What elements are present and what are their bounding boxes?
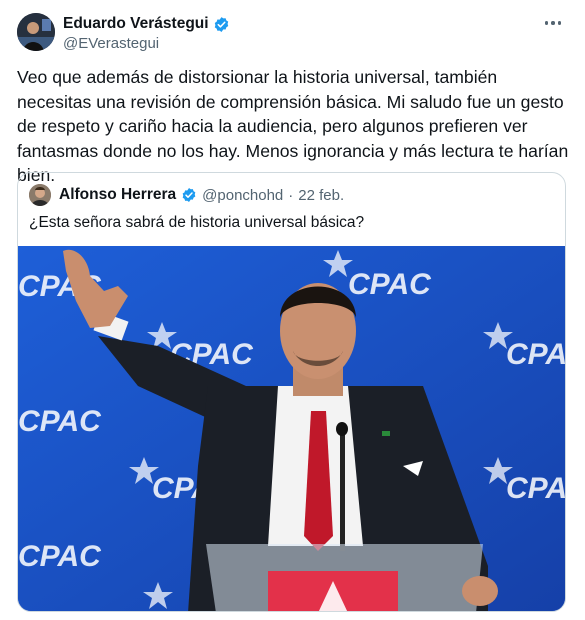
- backdrop-logo-text: CPAC: [348, 268, 432, 301]
- backdrop-logo-text: CPAC: [506, 338, 566, 371]
- verified-badge-icon: [182, 188, 196, 202]
- author-name-row[interactable]: Eduardo Verástegui: [63, 14, 230, 34]
- quoted-author-display-name: Alfonso Herrera: [59, 186, 177, 203]
- quoted-author-avatar: [29, 184, 51, 206]
- backdrop-logo-text: CPAC: [506, 472, 566, 505]
- author-avatar[interactable]: [17, 13, 55, 51]
- quoted-tweet-header: Alfonso Herrera @ponchohd · 22 feb.: [29, 184, 344, 206]
- more-horizontal-icon: [557, 21, 562, 25]
- backdrop-logo-text: CPAC: [18, 540, 102, 573]
- verified-badge-icon: [214, 16, 228, 32]
- backdrop-logo-text: CPAC: [18, 405, 102, 438]
- quoted-author-handle: @ponchohd: [202, 186, 284, 204]
- quoted-tweet-card[interactable]: Alfonso Herrera @ponchohd · 22 feb. ¿Est…: [17, 172, 566, 612]
- more-options-button[interactable]: [539, 12, 567, 34]
- tweet[interactable]: Eduardo Verástegui @EVerastegui Veo que …: [0, 0, 585, 620]
- dot-separator: ·: [288, 186, 294, 204]
- author-handle[interactable]: @EVerastegui: [63, 35, 159, 52]
- more-horizontal-icon: [551, 21, 555, 25]
- more-horizontal-icon: [544, 21, 549, 25]
- quoted-tweet-photo[interactable]: CPAC CPAC CPAC CPAC CPAC CPAC CPAC CPAC: [18, 246, 566, 611]
- quoted-tweet-date: 22 feb.: [298, 186, 345, 204]
- author-display-name[interactable]: Eduardo Verástegui: [63, 15, 209, 33]
- tweet-text: Veo que además de distorsionar la histor…: [17, 67, 569, 185]
- quoted-tweet-text: ¿Esta señora sabrá de historia universal…: [29, 214, 365, 231]
